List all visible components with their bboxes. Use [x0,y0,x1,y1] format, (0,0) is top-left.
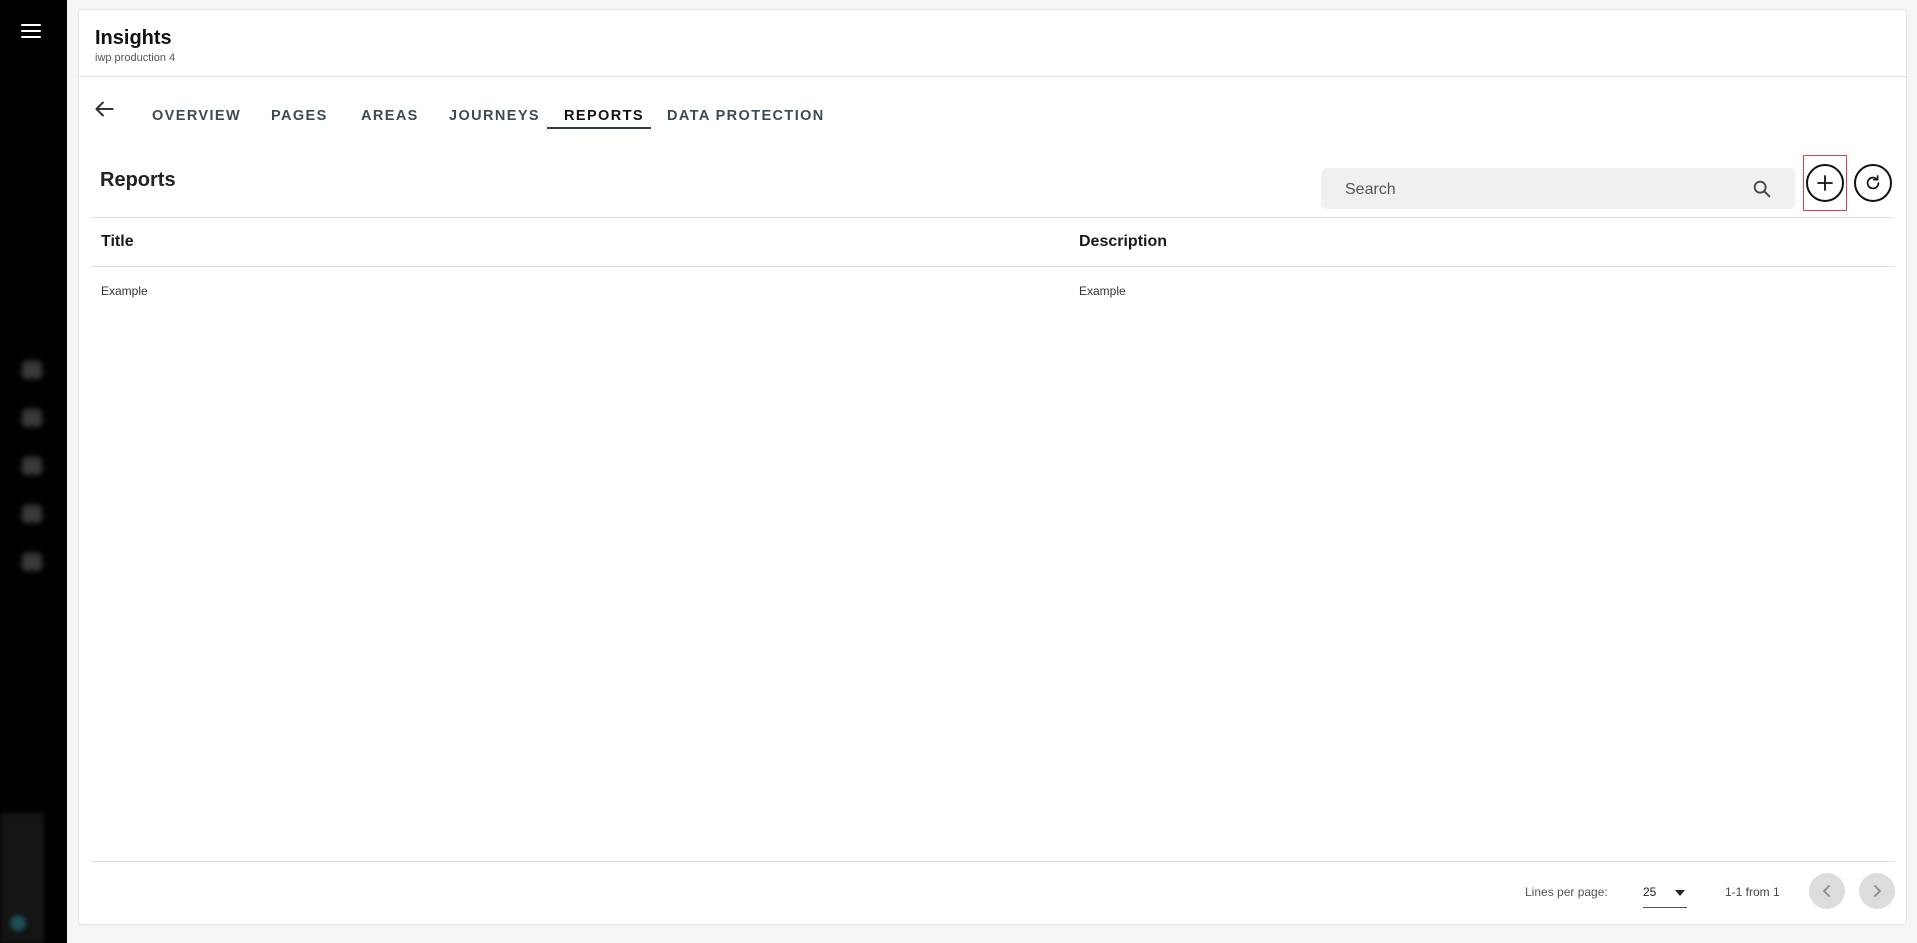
previous-page-button[interactable] [1809,873,1845,909]
table-header: Title Description [91,217,1894,267]
lines-per-page-select[interactable]: 25 [1643,876,1687,908]
rail-nav-icon-2[interactable] [22,409,42,427]
tab-journeys[interactable]: JOURNEYS [449,108,540,124]
active-tab-indicator [547,127,651,129]
cell-title: Example [101,284,148,298]
tab-bar: OVERVIEW PAGES AREAS JOURNEYS REPORTS DA… [79,86,1906,140]
search-icon[interactable] [1751,178,1773,200]
side-rail [0,0,67,943]
hamburger-menu-icon[interactable] [21,23,43,39]
page-subtitle: iwp production 4 [95,52,176,64]
refresh-icon [1866,175,1880,190]
add-report-button[interactable] [1806,164,1844,202]
table-footer-divider [91,861,1894,862]
main-card: Insights iwp production 4 OVERVIEW PAGES… [78,9,1907,925]
plus-icon [1817,175,1833,191]
rail-nav-icon-4[interactable] [22,505,42,523]
status-dot-icon [10,915,26,931]
page-header: Insights iwp production 4 [79,10,1906,77]
section-title: Reports [100,169,176,191]
back-button[interactable] [91,96,117,122]
tab-overview[interactable]: OVERVIEW [152,108,241,124]
rail-nav-icon-3[interactable] [22,457,42,475]
lines-per-page-label: Lines per page: [1525,885,1608,899]
pagination-range: 1-1 from 1 [1725,885,1780,899]
next-page-button[interactable] [1859,873,1895,909]
chevron-left-icon [1823,885,1830,897]
page-title: Insights [95,27,172,49]
tab-data-protection[interactable]: DATA PROTECTION [667,108,825,124]
search-input[interactable] [1321,168,1767,211]
lines-per-page-value: 25 [1643,885,1657,899]
table-row[interactable]: Example Example [91,266,1894,312]
refresh-button[interactable] [1854,164,1892,202]
tab-reports[interactable]: REPORTS [564,108,644,124]
caret-down-icon [1675,890,1685,896]
tab-areas[interactable]: AREAS [361,108,419,124]
cell-description: Example [1079,284,1126,298]
search-box [1321,168,1795,211]
tab-pages[interactable]: PAGES [271,108,328,124]
rail-nav-icon-5[interactable] [22,553,42,571]
column-header-title[interactable]: Title [101,233,134,251]
arrow-left-icon [95,101,114,117]
rail-nav-icon-1[interactable] [22,361,42,379]
chevron-right-icon [1874,885,1881,897]
column-header-description[interactable]: Description [1079,233,1167,251]
